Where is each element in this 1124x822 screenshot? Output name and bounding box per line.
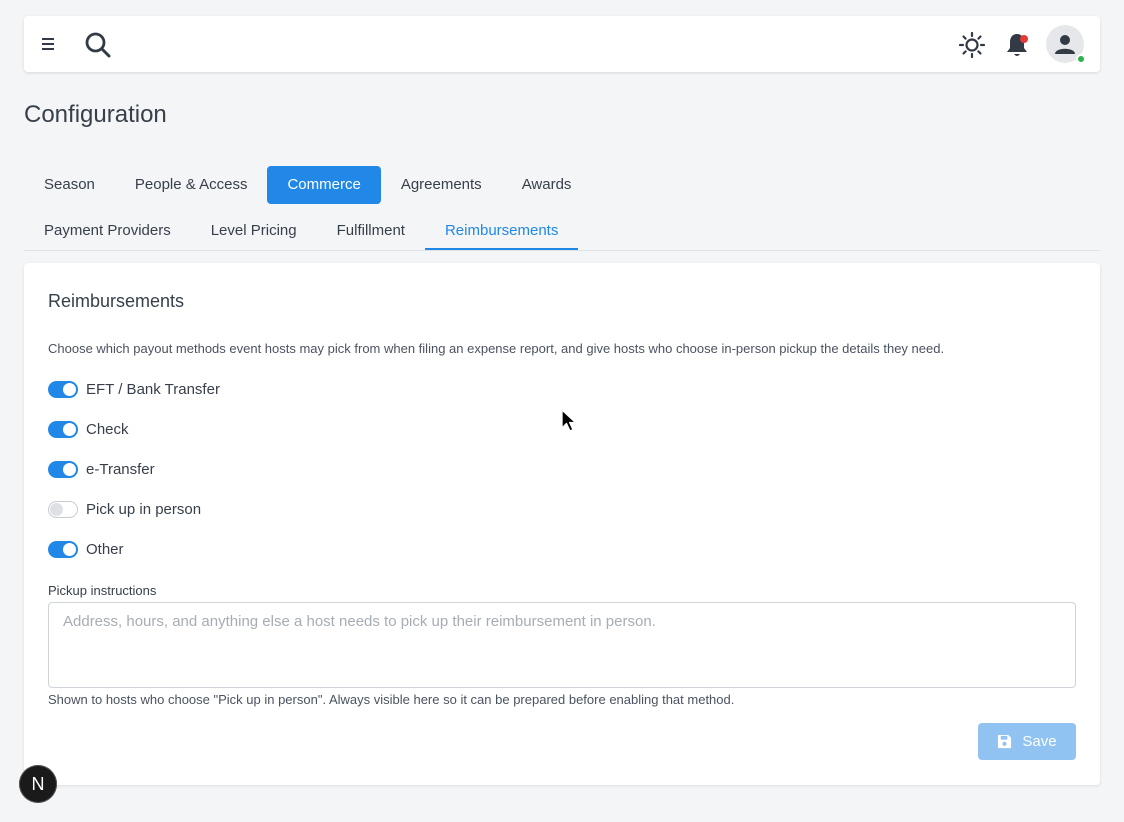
eft-toggle[interactable] — [48, 380, 78, 398]
method-label: Other — [86, 540, 124, 558]
card-title: Reimbursements — [48, 291, 185, 311]
top-navbar — [24, 16, 1100, 72]
search-icon[interactable] — [84, 31, 112, 59]
pickup-toggle[interactable] — [48, 500, 78, 518]
method-row-eft: EFT / Bank Transfer — [48, 379, 220, 399]
etransfer-toggle[interactable] — [48, 460, 78, 478]
tab-payment-providers[interactable]: Payment Providers — [24, 212, 191, 250]
method-label: Check — [86, 420, 129, 438]
tab-awards[interactable]: Awards — [502, 166, 592, 204]
save-button[interactable]: Save — [978, 723, 1076, 760]
sun-icon[interactable] — [958, 31, 986, 59]
pickup-instructions-field[interactable] — [48, 602, 1076, 688]
method-row-etransfer: e-Transfer — [48, 459, 155, 479]
pickup-instructions-label: Pickup instructions — [48, 583, 157, 598]
save-label: Save — [1022, 733, 1057, 750]
method-row-check: Check — [48, 419, 129, 439]
pickup-help-text: Shown to hosts who choose "Pick up in pe… — [48, 692, 735, 707]
tab-fulfillment[interactable]: Fulfillment — [317, 212, 425, 250]
method-label: Pick up in person — [86, 500, 202, 518]
method-label: e-Transfer — [86, 460, 155, 478]
method-row-pickup: Pick up in person — [48, 499, 201, 519]
online-status-dot — [1076, 54, 1086, 64]
method-row-other: Other — [48, 539, 124, 559]
floppy-disk-icon — [998, 734, 1012, 749]
menu-icon[interactable] — [42, 34, 56, 54]
check-toggle[interactable] — [48, 420, 78, 438]
tab-people-access[interactable]: People & Access — [115, 166, 268, 204]
main-tabs: Season People & Access Commerce Agreemen… — [24, 166, 591, 204]
tab-season[interactable]: Season — [24, 166, 115, 204]
mouse-cursor-icon — [561, 409, 577, 432]
tab-agreements[interactable]: Agreements — [381, 166, 502, 204]
tab-reimbursements[interactable]: Reimbursements — [424, 212, 579, 250]
page-title: Configuration — [24, 101, 167, 128]
user-icon — [1055, 35, 1075, 54]
bell-icon[interactable] — [1004, 31, 1030, 59]
sub-tabs: Payment Providers Level Pricing Fulfillm… — [24, 212, 1100, 251]
avatar[interactable] — [1046, 25, 1086, 64]
card-description: Choose which payout methods event hosts … — [48, 341, 945, 356]
reimbursements-card: Reimbursements Choose which payout metho… — [24, 263, 1100, 785]
notification-dot — [1020, 35, 1028, 43]
tab-commerce[interactable]: Commerce — [267, 166, 381, 204]
tab-level-pricing[interactable]: Level Pricing — [191, 212, 317, 250]
dev-badge[interactable]: N — [19, 765, 57, 803]
method-label: EFT / Bank Transfer — [86, 380, 220, 398]
other-toggle[interactable] — [48, 540, 78, 558]
